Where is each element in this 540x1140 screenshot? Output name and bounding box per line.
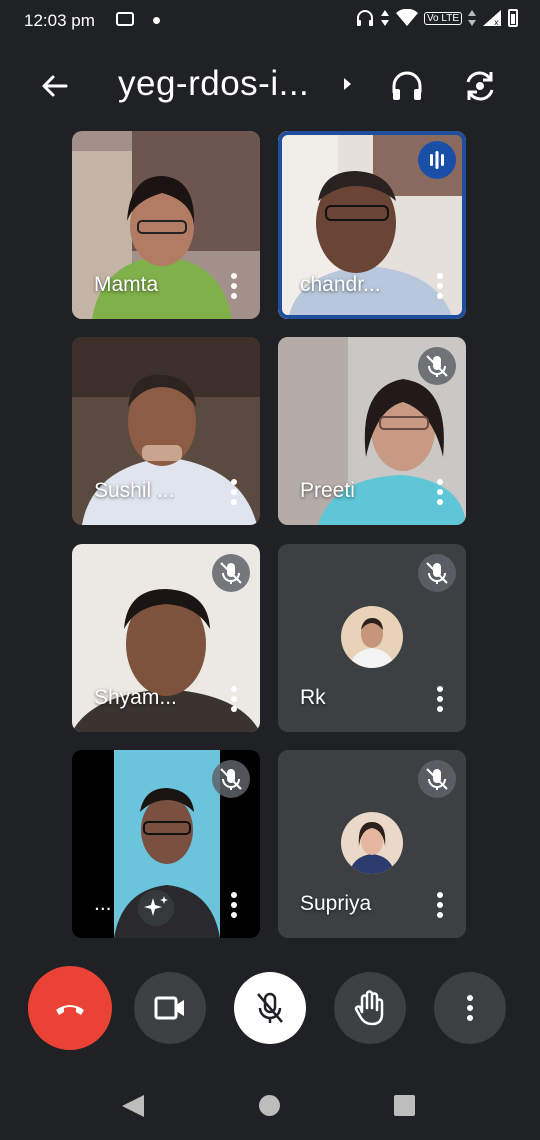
more-vert-icon[interactable] — [436, 273, 444, 299]
volte-badge: Vo LTE — [423, 11, 462, 25]
effects-sparkle-icon[interactable] — [138, 890, 174, 926]
mic-off-icon — [257, 992, 283, 1023]
app-bar: yeg-rdos-i... — [0, 54, 540, 118]
more-vert-icon[interactable] — [436, 479, 444, 505]
more-vert-icon[interactable] — [436, 892, 444, 918]
speaking-indicator-icon — [418, 141, 456, 179]
audio-output-button[interactable] — [390, 69, 424, 103]
participant-tile-rk[interactable]: Rk — [278, 544, 466, 732]
back-arrow-icon[interactable] — [38, 70, 70, 102]
mic-off-icon — [212, 760, 250, 798]
raise-hand-button[interactable] — [334, 972, 406, 1044]
more-vert-icon[interactable] — [230, 892, 238, 918]
signal-icon: x — [483, 10, 501, 27]
mic-off-icon — [418, 347, 456, 385]
mic-off-icon — [418, 760, 456, 798]
more-vert-icon[interactable] — [436, 686, 444, 712]
switch-camera-button[interactable] — [462, 68, 498, 104]
participant-tile-sushil[interactable]: Sushil ... — [72, 337, 260, 525]
wifi-icon — [395, 9, 418, 26]
data-arrows-icon — [380, 10, 389, 26]
status-time: 12:03 pm — [24, 11, 95, 30]
camera-toggle-button[interactable] — [134, 972, 206, 1044]
data-arrows-icon-2 — [468, 10, 476, 26]
meeting-title[interactable]: yeg-rdos-i... — [118, 64, 309, 104]
more-vert-icon — [467, 995, 473, 1021]
participant-tile-preeti[interactable]: Preeti — [278, 337, 466, 525]
hang-up-button[interactable] — [28, 966, 112, 1050]
video-camera-icon — [154, 996, 184, 1020]
participant-tile-unnamed[interactable]: ... — [72, 750, 260, 938]
participant-name: Supriya — [300, 892, 372, 915]
system-nav-bar — [0, 1070, 540, 1140]
participant-tile-mamta[interactable]: Mamta — [72, 131, 260, 319]
nav-back-icon[interactable] — [122, 1095, 144, 1117]
avatar — [341, 606, 403, 668]
battery-icon — [508, 9, 518, 27]
raise-hand-icon — [354, 990, 384, 1026]
participant-tile-supriya[interactable]: Supriya — [278, 750, 466, 938]
participant-name: Mamta — [94, 273, 159, 296]
more-vert-icon[interactable] — [230, 273, 238, 299]
participant-name: Sushil ... — [94, 479, 175, 502]
chevron-right-icon[interactable] — [344, 78, 351, 90]
participant-name: chandr... — [300, 273, 381, 296]
participant-tile-chandr[interactable]: chandr... — [278, 131, 466, 319]
participant-tile-shyam[interactable]: Shyam... — [72, 544, 260, 732]
nav-recents-icon[interactable] — [394, 1095, 415, 1116]
participant-name: Rk — [300, 686, 326, 709]
more-vert-icon[interactable] — [230, 686, 238, 712]
status-bar: 12:03 pm Vo LTE x — [0, 0, 540, 44]
participant-name: ... — [94, 892, 112, 915]
notification-dot-icon — [153, 17, 160, 24]
more-vert-icon[interactable] — [230, 479, 238, 505]
status-icons: Vo LTE x — [356, 9, 518, 27]
more-options-button[interactable] — [434, 972, 506, 1044]
mic-off-icon — [212, 554, 250, 592]
hang-up-icon — [56, 1005, 84, 1015]
participant-name: Shyam... — [94, 686, 177, 709]
participant-name: Preeti — [300, 479, 355, 502]
mic-off-icon — [418, 554, 456, 592]
headset-icon — [356, 10, 373, 26]
screen-cast-icon — [116, 12, 134, 26]
mic-toggle-button[interactable] — [234, 972, 306, 1044]
nav-home-icon[interactable] — [259, 1095, 280, 1116]
svg-text:x: x — [494, 18, 499, 27]
avatar — [341, 812, 403, 874]
